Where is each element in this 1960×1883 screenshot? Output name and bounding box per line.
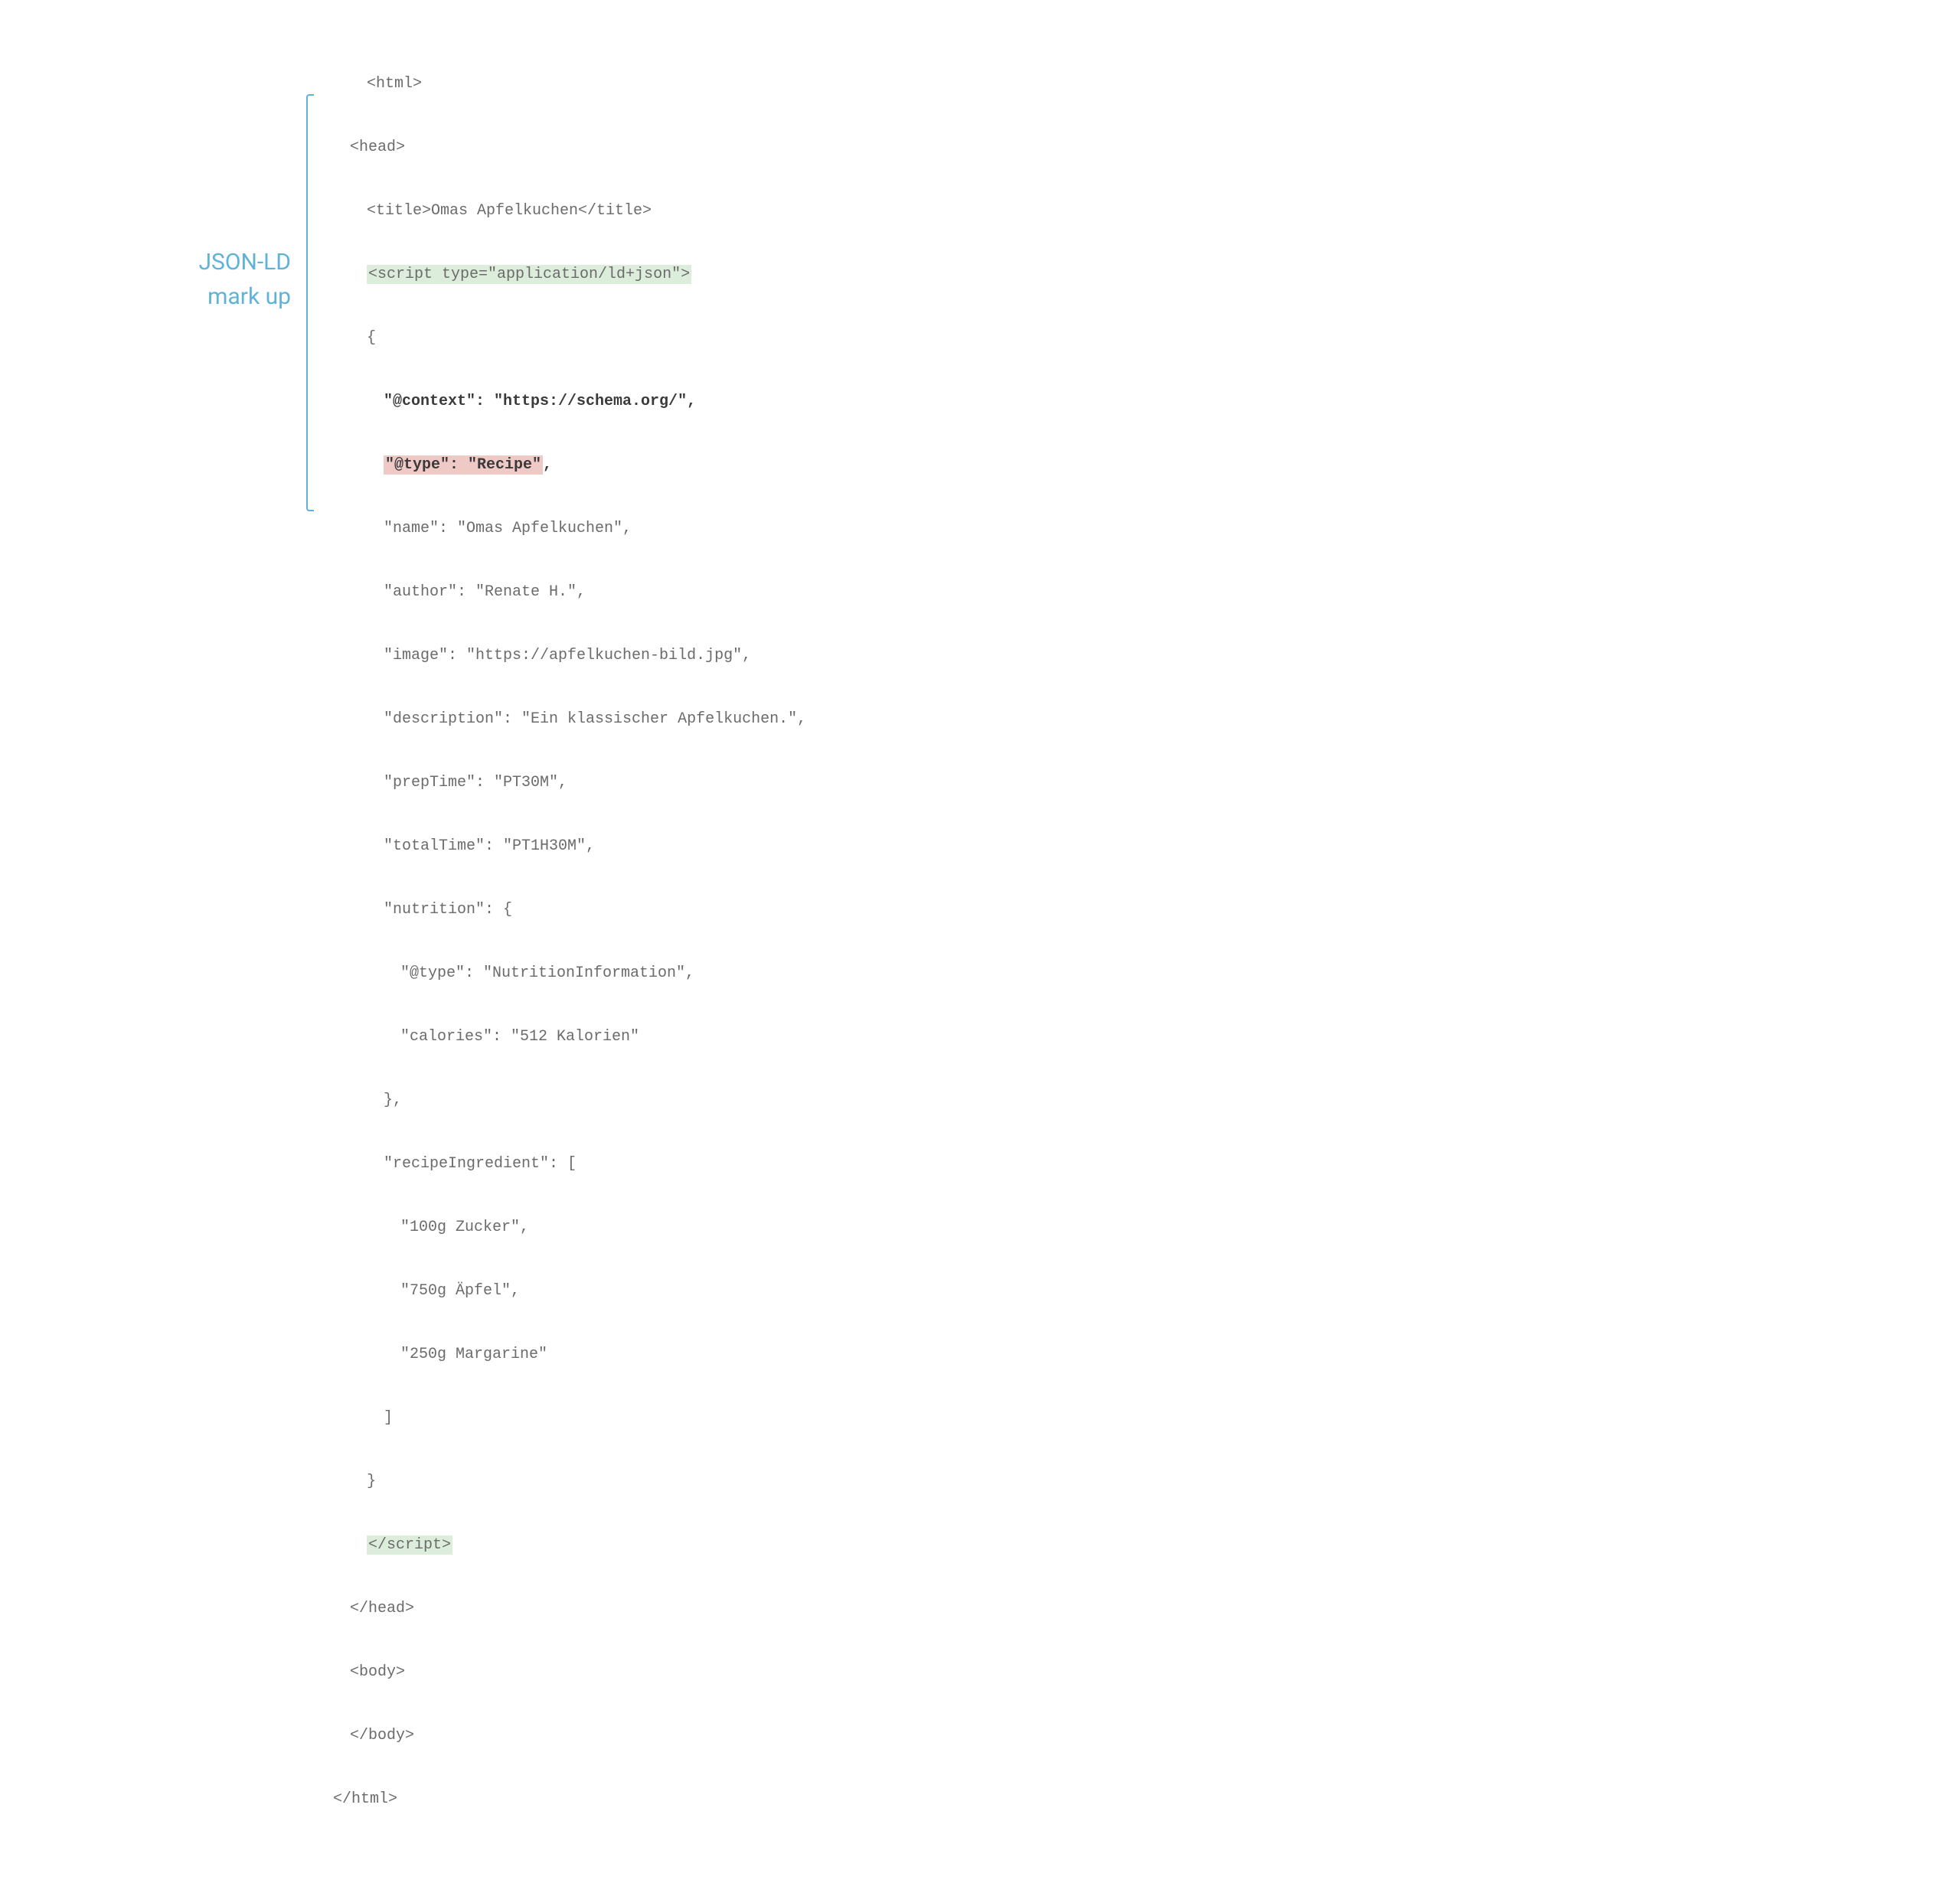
code-line-nutrition-open: "nutrition": {	[333, 899, 1225, 920]
code-line-ingredient-open: "recipeIngredient": [	[333, 1154, 1225, 1174]
code-line-calories: "calories": "512 Kalorien"	[333, 1026, 1225, 1047]
code-line-type: "@type": "Recipe",	[333, 455, 1225, 475]
code-line-totaltime: "totalTime": "PT1H30M",	[333, 836, 1225, 857]
code-line-author: "author": "Renate H.",	[333, 582, 1225, 602]
code-block: <html> <head> <title>Omas Apfelkuchen</t…	[314, 31, 1225, 1852]
code-line-ingredient-2: "750g Äpfel",	[333, 1281, 1225, 1301]
code-line-html-open: <html>	[333, 73, 1225, 94]
annotation-bracket	[306, 94, 314, 511]
code-line-name: "name": "Omas Apfelkuchen",	[333, 518, 1225, 539]
annotation-label-area: JSON-LD mark up	[153, 31, 306, 314]
annotation-label: JSON-LD mark up	[153, 245, 291, 314]
annotation-label-line2: mark up	[207, 283, 291, 310]
code-line-ingredient-close: ]	[333, 1408, 1225, 1428]
code-line-brace-open: {	[333, 328, 1225, 348]
code-line-preptime: "prepTime": "PT30M",	[333, 772, 1225, 793]
code-line-script-open: <script type="application/ld+json">	[333, 264, 1225, 285]
code-line-ingredient-1: "100g Zucker",	[333, 1217, 1225, 1238]
code-line-head-open: <head>	[333, 137, 1225, 158]
code-line-ingredient-3: "250g Margarine"	[333, 1344, 1225, 1365]
code-line-description: "description": "Ein klassischer Apfelkuc…	[333, 709, 1225, 729]
script-open-highlight: <script type="application/ld+json">	[367, 265, 691, 284]
code-line-nutrition-close: },	[333, 1090, 1225, 1111]
code-line-brace-close: }	[333, 1471, 1225, 1492]
code-line-script-close: </script>	[333, 1535, 1225, 1555]
code-line-nutrition-type: "@type": "NutritionInformation",	[333, 963, 1225, 984]
code-diagram-container: JSON-LD mark up <html> <head> <title>Oma…	[153, 31, 1225, 1852]
code-line-context: "@context": "https://schema.org/",	[333, 391, 1225, 412]
script-close-highlight: </script>	[367, 1535, 452, 1555]
code-line-body-close: </body>	[333, 1725, 1225, 1746]
annotation-label-line1: JSON-LD	[198, 249, 291, 276]
code-line-body-open: <body>	[333, 1662, 1225, 1682]
code-line-title: <title>Omas Apfelkuchen</title>	[333, 201, 1225, 221]
code-line-head-close: </head>	[333, 1598, 1225, 1619]
code-line-image: "image": "https://apfelkuchen-bild.jpg",	[333, 645, 1225, 666]
code-line-html-close: </html>	[333, 1789, 1225, 1810]
type-highlight: "@type": "Recipe"	[384, 455, 543, 475]
